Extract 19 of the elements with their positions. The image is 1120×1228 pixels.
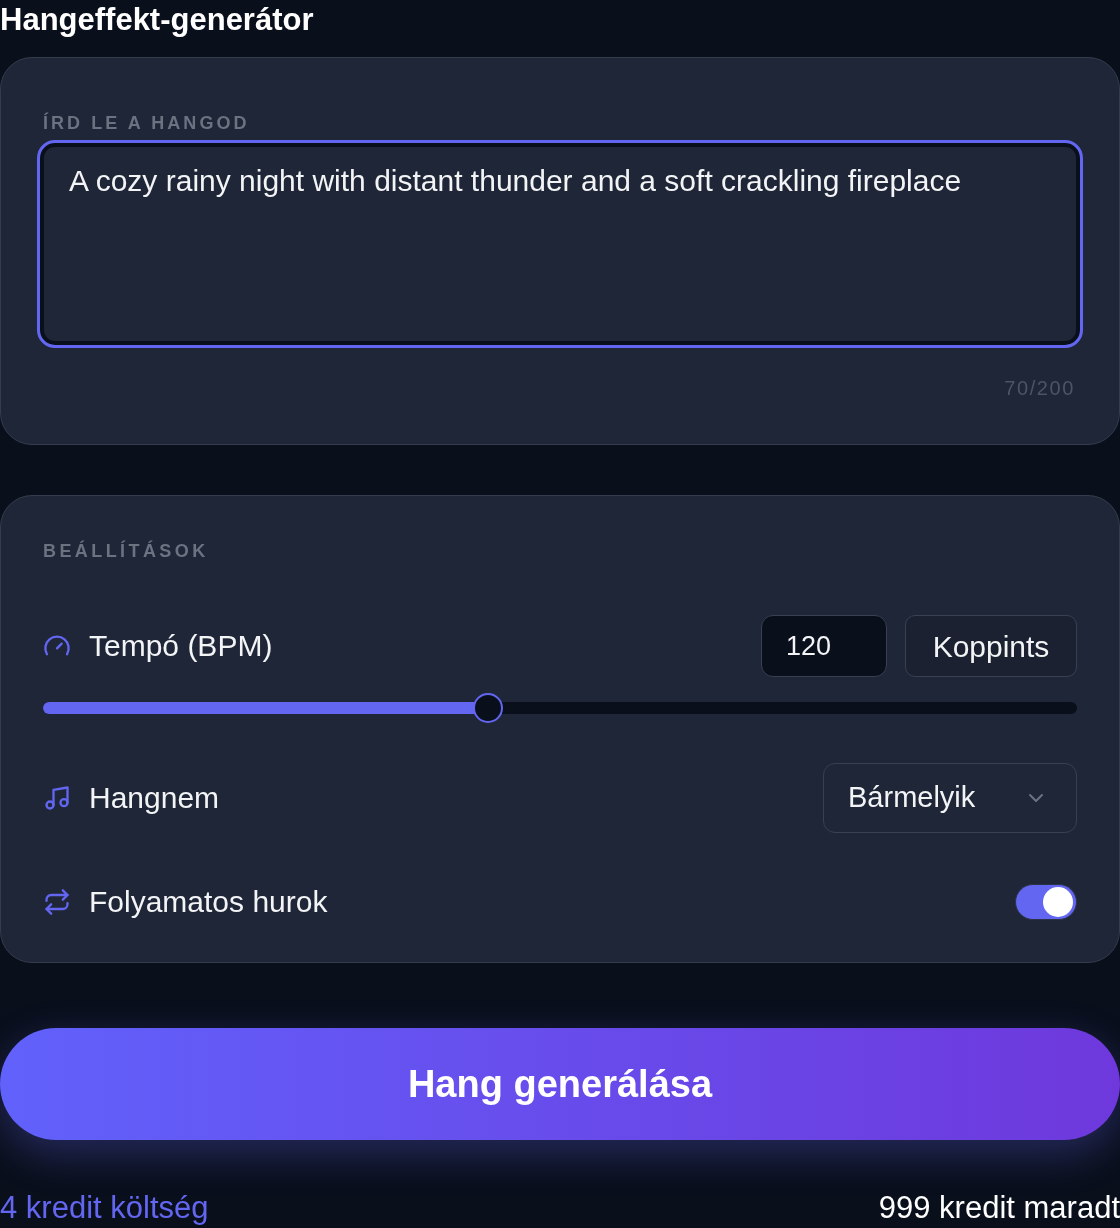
music-note-icon	[43, 784, 71, 812]
select-value: Bármelyik	[848, 780, 976, 816]
generate-button[interactable]: Hang generálása	[0, 1028, 1120, 1140]
description-field[interactable]: A cozy rainy night with distant thunder and a soft crackling fireplace	[37, 140, 1083, 348]
field-label: ÍRD LE A HANGOD	[42, 111, 250, 135]
section-heading: BEÁLLÍTÁSOK	[43, 539, 209, 563]
loop-toggle[interactable]	[1015, 884, 1077, 920]
credit-cost: 4 kredit költség	[0, 1190, 209, 1226]
tap-button[interactable]: Koppints	[905, 615, 1077, 677]
setting-label: Tempó (BPM)	[89, 628, 273, 664]
repeat-icon	[43, 888, 71, 916]
slider-thumb[interactable]	[472, 693, 503, 723]
bpm-input[interactable]: 120	[761, 615, 887, 677]
key-select[interactable]: Bármelyik	[823, 763, 1077, 833]
page-title: Hangeffekt-generátor	[0, 1, 314, 39]
credits-remaining: 999 kredit maradt	[878, 1190, 1120, 1226]
setting-label: Hangnem	[89, 780, 220, 816]
setting-label: Folyamatos hurok	[89, 884, 328, 920]
slider-track[interactable]	[43, 702, 1077, 714]
